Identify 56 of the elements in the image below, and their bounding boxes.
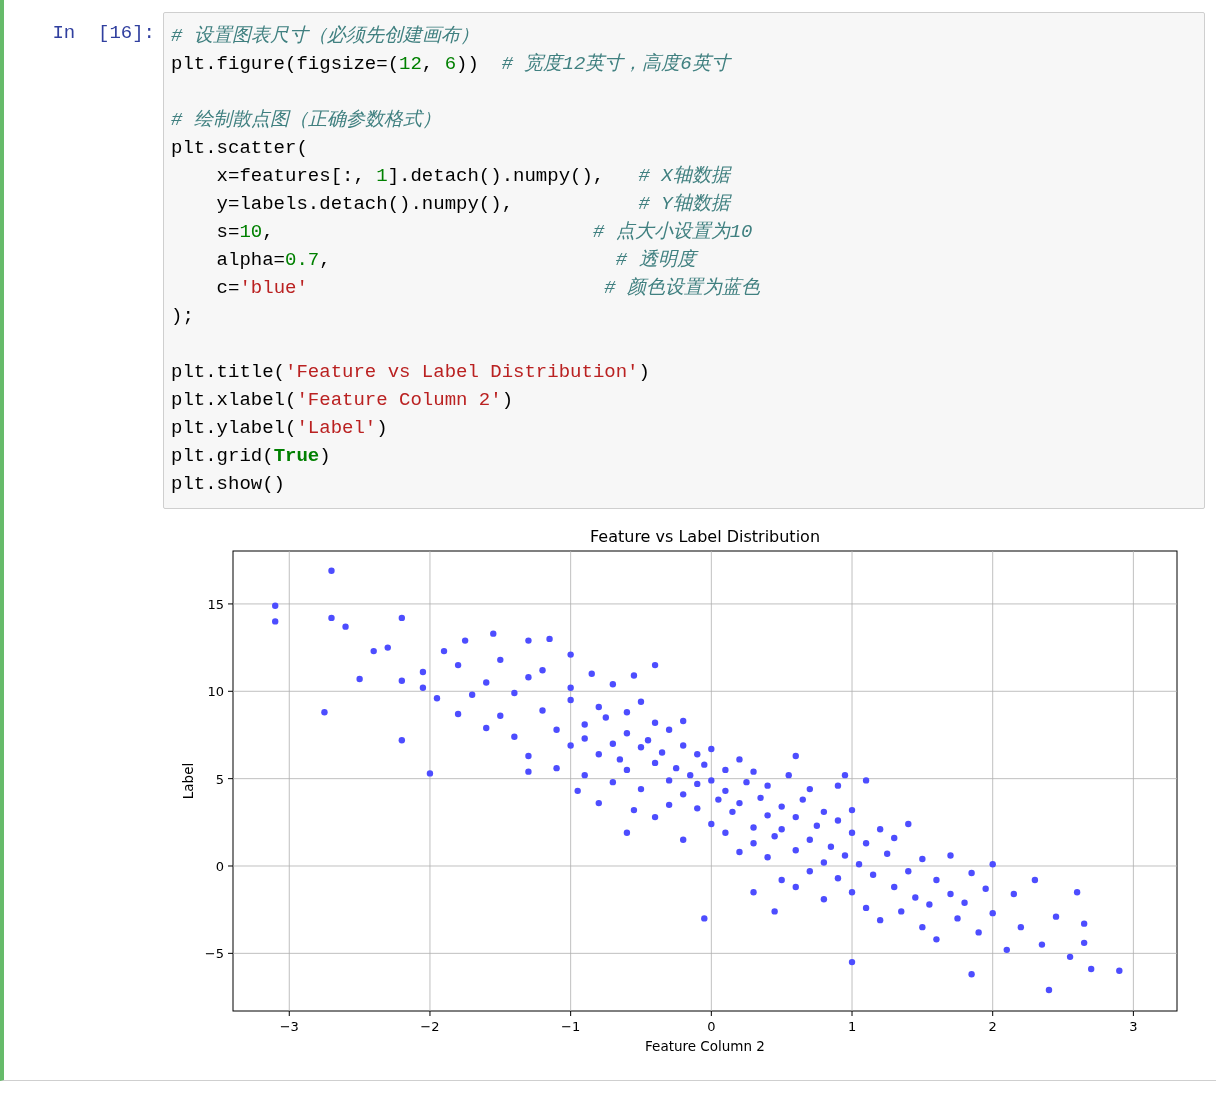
code-token: # 点大小设置为10 [592,221,753,243]
code-token: 6 [444,53,457,75]
code-token: ) [501,389,514,411]
y-tick-label: 10 [207,684,224,700]
chart-title: Feature vs Label Distribution [590,527,820,546]
code-token: ].detach().numpy(), [387,165,606,187]
code-token: # Y轴数据 [638,193,730,215]
code-token: plt.figure(figsize=( [171,53,400,75]
code-token: plt.scatter( [171,137,308,159]
code-token: c= [215,277,240,299]
x-tick-label: −2 [420,1019,440,1034]
y-tick-label: −5 [204,946,224,962]
code-token: # 设置图表尺寸（必须先创建画布） [171,25,479,47]
code-token: 'Feature Column 2' [296,389,502,411]
code-token: plt.xlabel( [171,389,297,411]
code-token: 10 [239,221,263,243]
code-editor[interactable] [163,12,1205,509]
code-token: # X轴数据 [638,165,730,187]
code-token: )) [456,53,480,75]
y-tick-label: 15 [207,596,224,612]
code-token: # 颜色设置为蓝色 [603,277,761,299]
code-token: # 绘制散点图（正确参数格式） [171,109,441,131]
x-tick-label: 0 [707,1019,716,1034]
code-token: s= [215,221,240,243]
y-axis-label: Label [180,762,196,800]
y-tick-label: 5 [215,771,224,787]
code-token: x=features[:, [215,165,366,187]
code-token: plt.ylabel( [171,417,297,439]
code-token: ) [319,445,331,467]
code-token: plt.grid( [171,445,274,467]
code-token: alpha= [215,249,286,271]
code-token: 1 [376,165,388,187]
code-token: 'Feature vs Label Distribution' [285,361,639,383]
code-token: 12 [399,53,422,75]
code-token: True [273,445,320,467]
x-tick-label: −3 [279,1019,299,1034]
code-token: plt.title( [171,361,286,383]
x-axis-label: Feature Column 2 [645,1038,765,1054]
code-token: ); [171,305,194,327]
code-token: 0.7 [285,249,320,271]
y-tick-label: 0 [215,859,224,874]
cell-prompt: In [16]: [52,22,155,46]
x-tick-label: 1 [847,1019,857,1034]
code-token: ) [376,417,388,439]
x-tick-label: 2 [988,1019,997,1034]
code-token: # 宽度12英寸，高度6英寸 [501,53,730,75]
code-token: plt.show() [171,473,286,495]
code-token: 'Label' [296,417,377,439]
code-token: y=labels.detach().numpy(), [215,193,515,215]
code-token: , [262,221,275,243]
code-token: , [319,249,332,271]
x-tick-label: 3 [1129,1019,1138,1034]
code-token: , [421,53,435,75]
x-tick-label: −1 [561,1019,581,1034]
code-token: ) [638,361,650,383]
code-token: 'blue' [239,277,308,299]
